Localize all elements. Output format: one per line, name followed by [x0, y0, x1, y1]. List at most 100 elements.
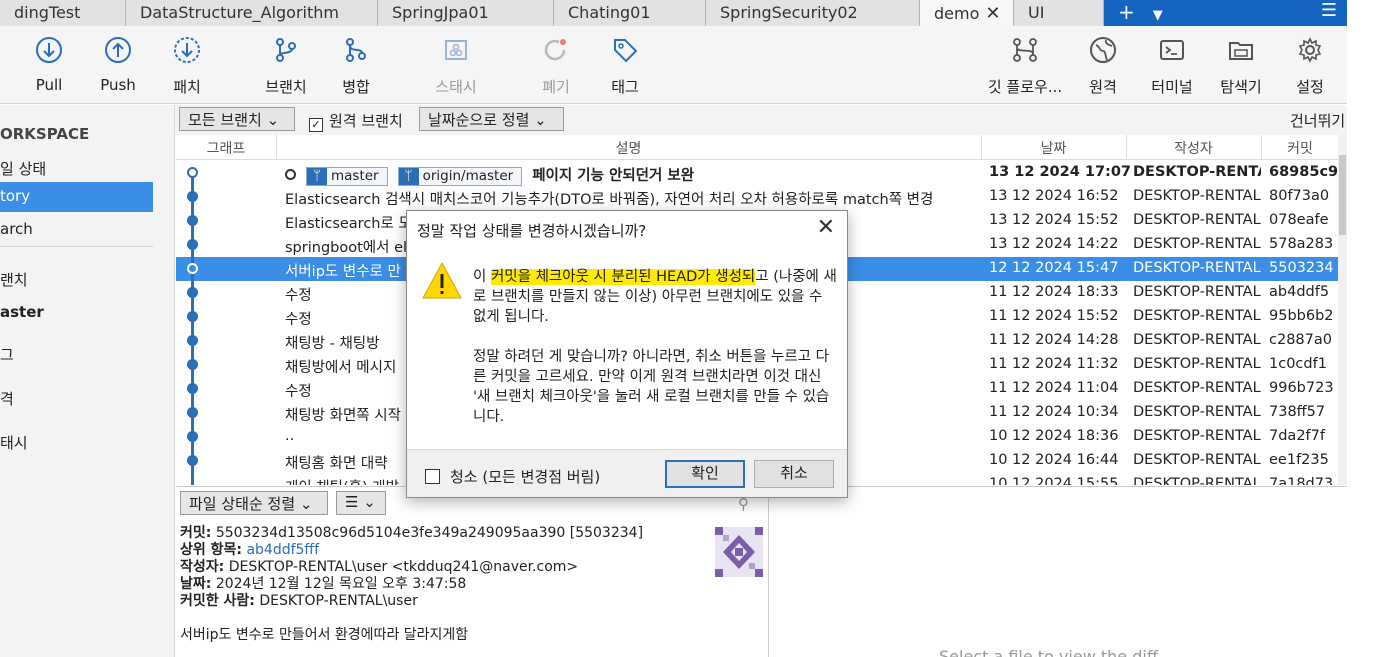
- commit-message: 페이지 기능 안되던거 보완: [532, 168, 695, 184]
- commit-list-scrollbar[interactable]: [1338, 135, 1347, 485]
- commit-date: 11 12 2024 10:34: [989, 404, 1119, 420]
- git-flow-button[interactable]: 깃 플로우...: [982, 36, 1068, 97]
- close-icon[interactable]: ✕: [817, 215, 835, 240]
- committer-label: 커밋한 사람:: [180, 593, 255, 609]
- pull-button[interactable]: Pull: [14, 36, 84, 94]
- repo-tab-bar: dingTest DataStructure_Algorithm SpringJ…: [0, 0, 1347, 26]
- branch-filter-label: 모든 브랜치: [188, 111, 262, 129]
- graph-node: [187, 383, 198, 394]
- explorer-button[interactable]: 탐색기: [1206, 36, 1276, 97]
- terminal-button[interactable]: 터미널: [1137, 36, 1207, 97]
- sidebar-branches-heading[interactable]: 랜치: [0, 264, 153, 294]
- remote-branch-label: 원격 브랜치: [329, 112, 403, 130]
- scrollbar-thumb[interactable]: [1339, 155, 1346, 235]
- commit-author: DESKTOP-RENTAL: [1133, 284, 1261, 300]
- tab-label: SpringJpa01: [392, 3, 489, 22]
- sidebar-item-file-status[interactable]: 일 상태: [0, 153, 153, 183]
- git-flow-label: 깃 플로우...: [987, 78, 1063, 96]
- commit-author: DESKTOP-RENTAL: [1133, 404, 1261, 420]
- new-tab-button[interactable]: + ▼ ☰: [1104, 0, 1347, 26]
- skip-label[interactable]: 건너뛰기: [1290, 110, 1345, 131]
- commit-date: 11 12 2024 15:52: [989, 308, 1119, 324]
- commit-hash: 68985c9: [1269, 164, 1338, 180]
- branch-tag[interactable]: ᛘ master: [306, 167, 388, 186]
- commit-date: 10 12 2024 16:44: [989, 452, 1119, 468]
- tag-button[interactable]: 태그: [590, 36, 660, 97]
- file-sort-dropdown[interactable]: 파일 상태순 정렬 ⌄: [180, 491, 328, 515]
- graph-node: [187, 359, 198, 370]
- clean-checkbox[interactable]: 청소 (모든 변경점 버림): [425, 466, 600, 487]
- sidebar-item-history[interactable]: tory: [0, 182, 153, 212]
- discard-button[interactable]: 폐기: [521, 36, 591, 97]
- tab-demo[interactable]: demo ✕: [920, 0, 1014, 26]
- menu-icon[interactable]: ☰: [1321, 0, 1337, 21]
- discard-icon: [544, 39, 566, 61]
- push-button[interactable]: Push: [83, 36, 153, 94]
- sort-label: 날짜순으로 정렬: [428, 111, 530, 129]
- sourcetree-window: dingTest DataStructure_Algorithm SpringJ…: [0, 0, 1347, 657]
- discard-label: 폐기: [542, 78, 570, 96]
- tab-dingtest[interactable]: dingTest: [0, 0, 126, 26]
- main-toolbar: Pull Push 패치 브랜치 병합 스태시 폐기 태그 깃 플로우... 원…: [0, 26, 1347, 104]
- table-row[interactable]: ᛘ master ᛘ origin/master 페이지 기능 안되던거 보완 13 1…: [176, 161, 1338, 186]
- tab-label: dingTest: [14, 3, 81, 22]
- column-author[interactable]: 작성자: [1126, 138, 1261, 158]
- commit-date: 13 12 2024 17:07: [989, 164, 1132, 180]
- commit-date: 12 12 2024 15:47: [989, 260, 1119, 276]
- close-icon[interactable]: ✕: [985, 3, 1000, 24]
- sidebar-tags-heading[interactable]: 그: [0, 339, 153, 369]
- sidebar-item-search[interactable]: arch: [0, 215, 153, 245]
- branch-tag[interactable]: ᛘ origin/master: [397, 167, 523, 186]
- fetch-button[interactable]: 패치: [152, 36, 222, 97]
- commit-id-label: 커밋:: [180, 525, 212, 541]
- diff-pane: Select a file to view the diff: [768, 486, 1347, 657]
- date-label: 날짜:: [180, 576, 212, 592]
- chevron-down-icon: ⌄: [363, 493, 376, 511]
- graph-node: [187, 455, 198, 466]
- chevron-down-icon[interactable]: ▼: [1153, 8, 1163, 23]
- dialog-message-2: 정말 하려던 게 맞습니까? 아니라면, 취소 버튼을 누르고 다른 커밋을 고…: [473, 349, 830, 425]
- gear-icon: [1298, 37, 1322, 63]
- ok-button[interactable]: 확인: [665, 460, 745, 488]
- column-commit[interactable]: 커밋: [1261, 138, 1339, 158]
- remote-branch-checkbox[interactable]: ✓ 원격 브랜치: [309, 110, 403, 132]
- sidebar-stash-heading[interactable]: 태시: [0, 427, 153, 457]
- column-description[interactable]: 설명: [276, 138, 981, 158]
- pull-label: Pull: [35, 76, 63, 94]
- column-date[interactable]: 날짜: [981, 138, 1126, 158]
- terminal-icon: [1160, 40, 1184, 60]
- commit-author: DESKTOP-RENTAL: [1133, 380, 1261, 396]
- parent-label: 상위 항목:: [180, 542, 242, 558]
- column-graph[interactable]: 그래프: [176, 138, 276, 158]
- date-value: 2024년 12월 12일 목요일 오후 3:47:58: [215, 576, 467, 592]
- stash-button[interactable]: 스태시: [421, 36, 491, 97]
- tab-springjpa01[interactable]: SpringJpa01: [378, 0, 554, 26]
- branch-filter-dropdown[interactable]: 모든 브랜치 ⌄: [179, 107, 295, 131]
- tab-chating01[interactable]: Chating01: [554, 0, 706, 26]
- commit-hash: 1c0cdf1: [1269, 356, 1327, 372]
- view-mode-dropdown[interactable]: ☰ ⌄: [336, 491, 386, 515]
- parent-line: 상위 항목: ab4ddf5fff: [180, 542, 643, 559]
- merge-button[interactable]: 병합: [321, 36, 391, 97]
- remote-button[interactable]: 원격: [1068, 36, 1138, 97]
- author-value: DESKTOP-RENTAL\user <tkdduq241@naver.com…: [228, 559, 579, 575]
- commit-date: 11 12 2024 14:28: [989, 332, 1119, 348]
- sidebar-item-master[interactable]: aster: [0, 298, 153, 328]
- branch-button[interactable]: 브랜치: [251, 36, 321, 97]
- table-row[interactable]: Elasticsearch 검색시 매치스코어 기능추가(DTO로 바꿔줌), …: [176, 185, 1338, 209]
- tab-springsecurity02[interactable]: SpringSecurity02: [706, 0, 920, 26]
- cancel-button[interactable]: 취소: [754, 460, 834, 488]
- tag-label: 태그: [611, 78, 639, 96]
- dialog-message: 이 커밋을 체크아웃 시 분리된 HEAD가 생성되고 (나중에 새로 브랜치를…: [473, 267, 839, 427]
- settings-button[interactable]: 설정: [1275, 36, 1345, 97]
- sort-dropdown[interactable]: 날짜순으로 정렬 ⌄: [419, 107, 564, 131]
- checkbox-box[interactable]: [425, 469, 440, 484]
- tab-datastructure[interactable]: DataStructure_Algorithm: [126, 0, 378, 26]
- parent-link[interactable]: ab4ddf5fff: [246, 542, 319, 558]
- commit-author: DESKTOP-RENTAL: [1133, 212, 1261, 228]
- committer-value: DESKTOP-RENTAL\user: [259, 593, 418, 609]
- tab-ui[interactable]: UI: [1014, 0, 1104, 26]
- commit-author: DESKTOP-RENTAL: [1133, 260, 1261, 276]
- sidebar-remotes-heading[interactable]: 격: [0, 383, 153, 413]
- commit-author: DESKTOP-RENTAL: [1133, 356, 1261, 372]
